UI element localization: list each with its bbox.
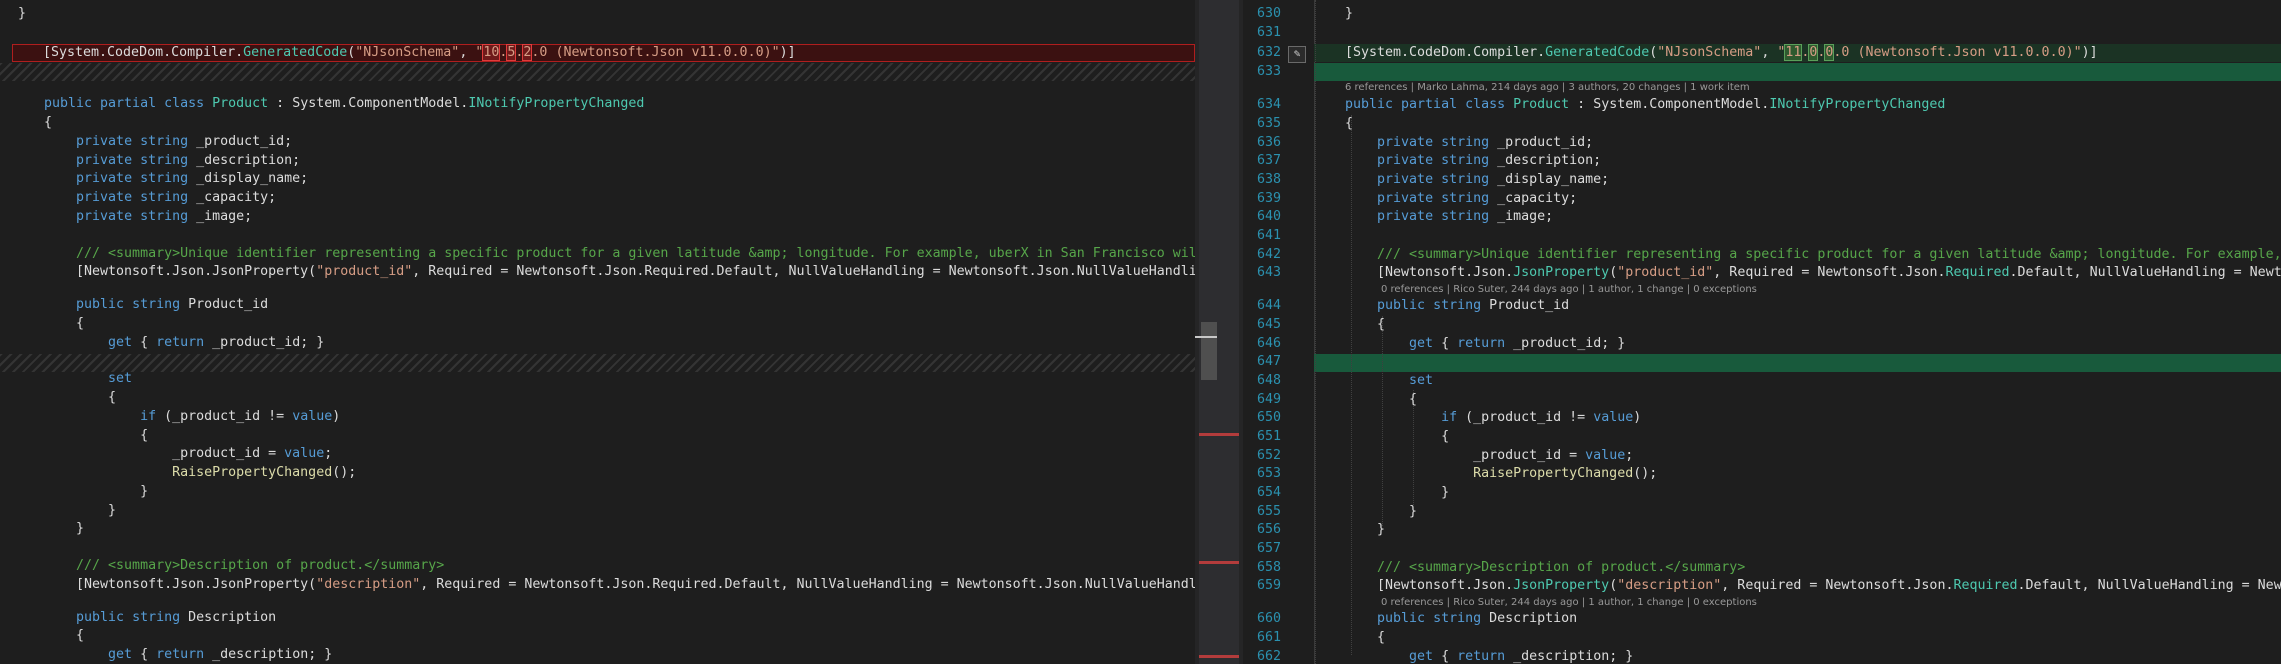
code-line[interactable]: private string _description;	[1243, 152, 2281, 171]
code-line[interactable]: RaisePropertyChanged();	[0, 464, 1195, 483]
diff-overview-scrollbar[interactable]	[1195, 0, 1243, 664]
code-line[interactable]: {	[0, 389, 1195, 408]
code-line[interactable]: get { return _description; }	[1243, 648, 2281, 664]
code-line[interactable]: if (_product_id != value)	[1243, 409, 2281, 428]
code-comment[interactable]: /// <summary>Description of product.</su…	[1243, 559, 2281, 578]
code-line[interactable]: [Newtonsoft.Json.JsonProperty("product_i…	[0, 263, 1195, 282]
line-number: 647	[1256, 354, 1281, 369]
code-comment[interactable]: /// <summary>Unique identifier represent…	[0, 245, 1195, 264]
code-line[interactable]: private string _capacity;	[1243, 190, 2281, 209]
scroll-position-marker	[1195, 336, 1217, 338]
codelens-info[interactable]: 0 references | Rico Suter, 244 days ago …	[1381, 283, 1757, 297]
code-line[interactable]: {	[1243, 391, 2281, 410]
code-line[interactable]: public string Description	[0, 609, 1195, 628]
diff-left-pane[interactable]: } [System.CodeDom.Compiler.GeneratedCode…	[0, 0, 1195, 664]
line-number: 633	[1256, 64, 1281, 79]
code-line[interactable]: {	[1243, 629, 2281, 648]
line-number: 631	[1256, 25, 1281, 40]
code-line-generated-code-attr[interactable]: [System.CodeDom.Compiler.GeneratedCode("…	[1243, 44, 2281, 63]
code-line-generated-code-attr[interactable]: [System.CodeDom.Compiler.GeneratedCode("…	[0, 44, 1195, 63]
code-comment[interactable]: /// <summary>Description of product.</su…	[0, 557, 1195, 576]
code-line[interactable]: get { return _description; }	[0, 646, 1195, 664]
code-line[interactable]: {	[1243, 115, 2281, 134]
diff-marker[interactable]	[1199, 655, 1239, 658]
diff-right-pane[interactable]: ✎ 630 631 632 633 634 635 636 637 638 63…	[1243, 0, 2281, 664]
code-comment[interactable]: /// <summary>Unique identifier represent…	[1243, 246, 2281, 265]
code-line[interactable]: }	[0, 5, 1195, 24]
code-line[interactable]: {	[1243, 428, 2281, 447]
code-line[interactable]: public string Description	[1243, 610, 2281, 629]
code-line[interactable]: _product_id = value;	[1243, 447, 2281, 466]
code-line[interactable]: }	[1243, 5, 2281, 24]
code-line[interactable]: private string _capacity;	[0, 189, 1195, 208]
code-line[interactable]: private string _image;	[0, 208, 1195, 227]
code-line[interactable]: {	[0, 114, 1195, 133]
code-line[interactable]: [Newtonsoft.Json.JsonProperty("product_i…	[1243, 264, 2281, 283]
code-line[interactable]: [Newtonsoft.Json.JsonProperty("descripti…	[0, 576, 1195, 595]
code-line[interactable]: public partial class Product : System.Co…	[1243, 96, 2281, 115]
code-line[interactable]: public string Product_id	[0, 296, 1195, 315]
hatch-gap	[0, 63, 1195, 81]
code-line[interactable]: private string _product_id;	[1243, 134, 2281, 153]
code-line[interactable]: set	[0, 370, 1195, 389]
code-line[interactable]: private string _image;	[1243, 208, 2281, 227]
line-number: 657	[1256, 541, 1281, 556]
code-line[interactable]: get { return _product_id; }	[0, 334, 1195, 353]
code-line[interactable]: {	[0, 427, 1195, 446]
diff-marker[interactable]	[1199, 433, 1239, 436]
codelens-info[interactable]: 6 references | Marko Lahma, 214 days ago…	[1345, 81, 1750, 95]
code-line[interactable]: {	[0, 315, 1195, 334]
code-line[interactable]: }	[1243, 503, 2281, 522]
code-line[interactable]: set	[1243, 372, 2281, 391]
code-line[interactable]: public partial class Product : System.Co…	[0, 95, 1195, 114]
code-line[interactable]: if (_product_id != value)	[0, 408, 1195, 427]
code-line[interactable]: }	[0, 502, 1195, 521]
scrollbar-thumb[interactable]	[1201, 322, 1217, 380]
code-line[interactable]: private string _description;	[0, 152, 1195, 171]
code-line[interactable]: private string _product_id;	[0, 133, 1195, 152]
code-line[interactable]: }	[1243, 521, 2281, 540]
code-line[interactable]: {	[1243, 316, 2281, 335]
code-line[interactable]: RaisePropertyChanged();	[1243, 465, 2281, 484]
code-line[interactable]: _product_id = value;	[0, 445, 1195, 464]
code-line[interactable]: }	[0, 483, 1195, 502]
code-line[interactable]: }	[1243, 484, 2281, 503]
code-line[interactable]: }	[0, 520, 1195, 539]
line-number: 641	[1256, 228, 1281, 243]
code-line[interactable]: private string _display_name;	[1243, 171, 2281, 190]
codelens-info[interactable]: 0 references | Rico Suter, 244 days ago …	[1381, 596, 1757, 610]
code-line[interactable]: {	[0, 627, 1195, 646]
code-line[interactable]: public string Product_id	[1243, 297, 2281, 316]
code-line[interactable]: [Newtonsoft.Json.JsonProperty("descripti…	[1243, 577, 2281, 596]
code-line[interactable]: private string _display_name;	[0, 170, 1195, 189]
diff-marker[interactable]	[1199, 561, 1239, 564]
code-line[interactable]: get { return _product_id; }	[1243, 335, 2281, 354]
